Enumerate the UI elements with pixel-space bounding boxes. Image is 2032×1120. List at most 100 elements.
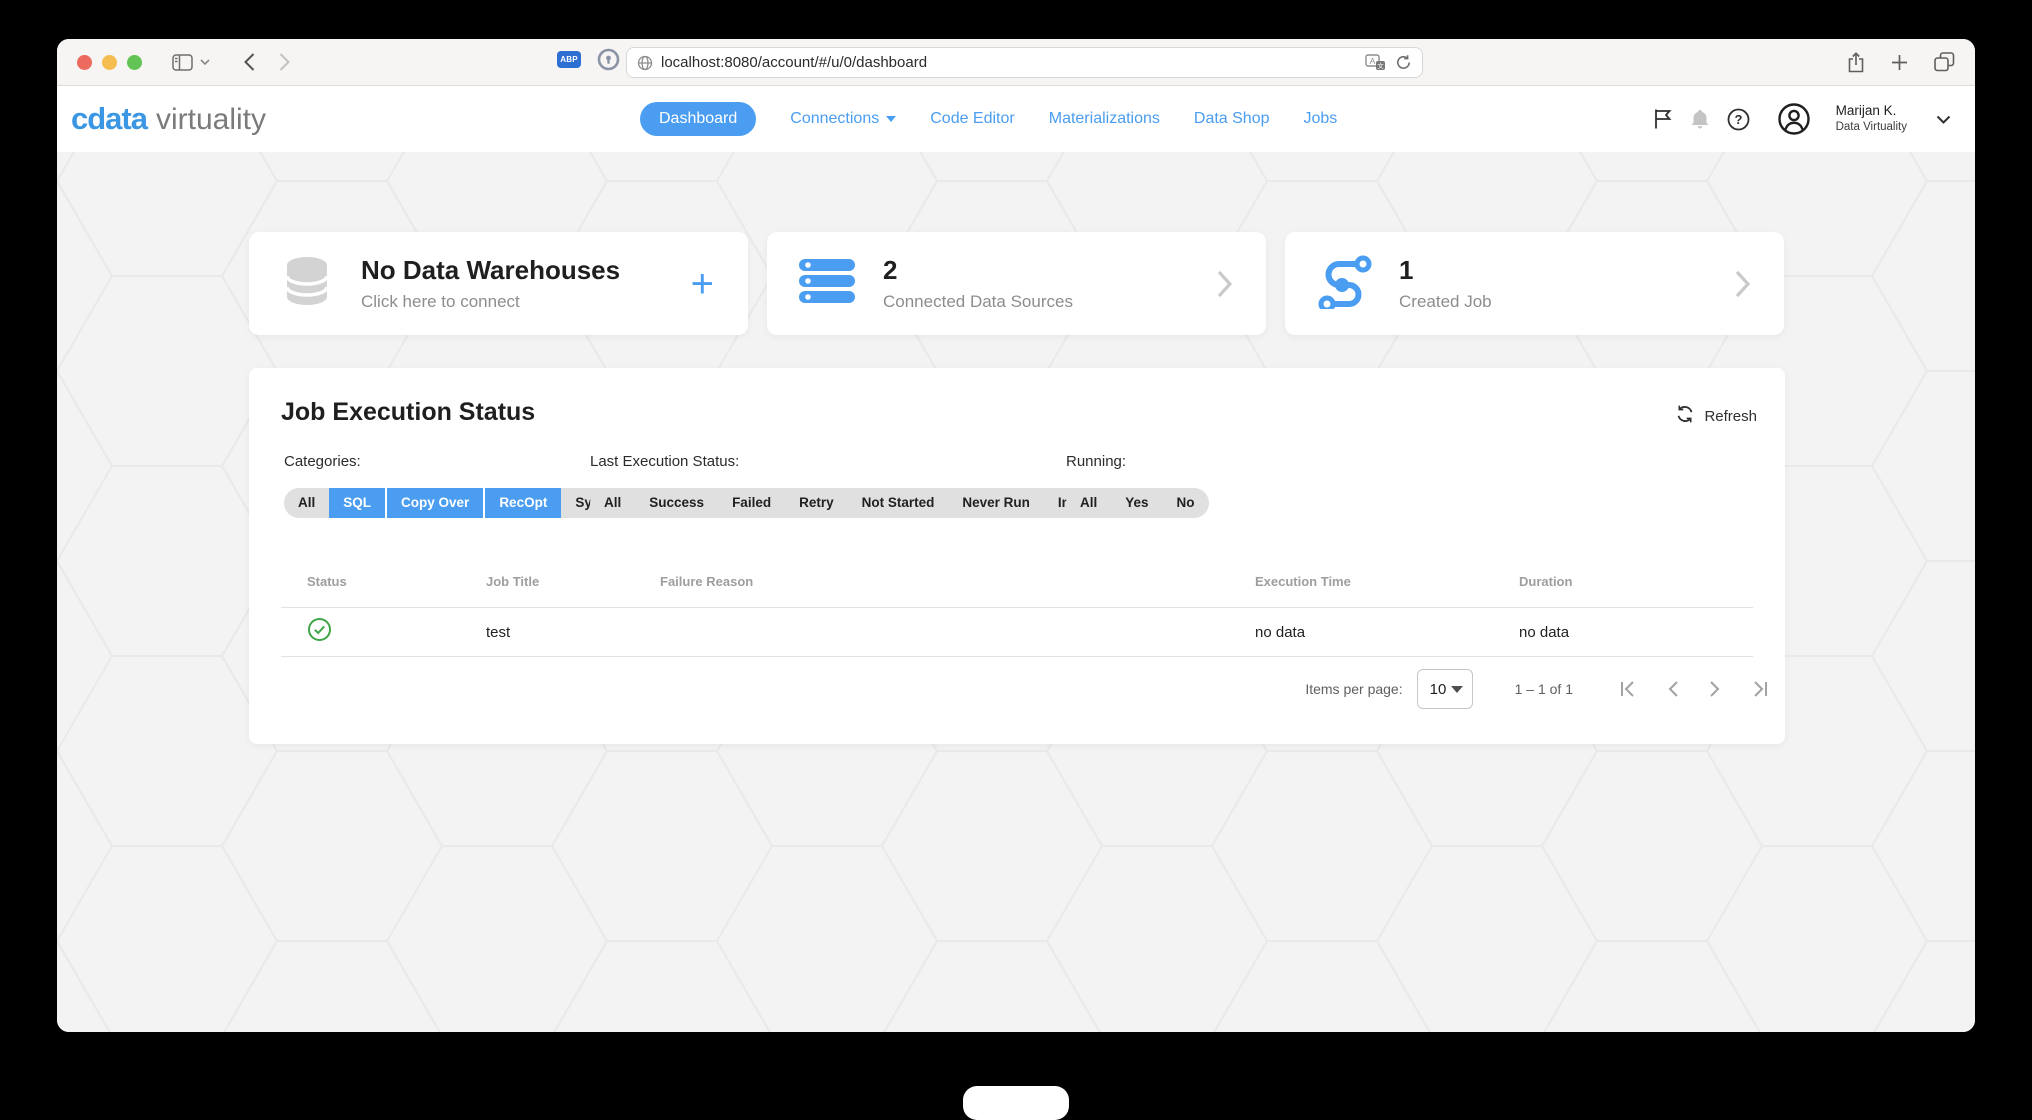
select-caret-icon [1450,685,1463,693]
card-subtitle: Created Job [1399,292,1492,311]
refresh-button[interactable]: Refresh [1675,404,1757,428]
address-bar[interactable]: localhost:8080/account/#/u/0/dashboard A… [626,47,1423,78]
card-count: 1 [1399,255,1414,285]
forward-icon[interactable] [279,53,290,71]
cell-job-title: test [486,623,511,641]
browser-window: ABP localhost:8080/account/#/u/0/dashboa… [57,39,1975,1032]
column-header-failure-reason: Failure Reason [660,574,754,589]
reload-icon[interactable] [1395,54,1412,71]
card-connected-data-sources[interactable]: 2 Connected Data Sources [767,232,1266,335]
url-text[interactable]: localhost:8080/account/#/u/0/dashboard [661,54,1357,71]
adblock-extension-icon[interactable]: ABP [557,51,581,68]
translate-icon[interactable]: A 文 [1365,54,1387,71]
help-icon[interactable]: ? [1727,108,1750,131]
cell-execution-time: no data [1255,623,1306,641]
success-check-icon [307,617,486,647]
chip-status-success[interactable]: Success [635,488,719,518]
data-sources-icon [797,253,857,314]
logo-cdata: cdata [71,101,148,136]
chip-status-all[interactable]: All [590,488,636,518]
logo-virtuality: virtuality [155,103,267,136]
flag-icon[interactable] [1653,108,1673,130]
chip-categories-all[interactable]: All [284,488,330,518]
nav-tab-connections[interactable]: Connections [790,110,897,128]
cdata-virtuality-logo[interactable]: cdata virtuality [71,101,266,137]
chip-categories-copy-over[interactable]: Copy Over [385,488,484,518]
column-header-execution-time: Execution Time [1255,574,1351,589]
filter-label: Last Execution Status: [590,453,740,470]
chip-status-not-started[interactable]: Not Started [847,488,949,518]
first-page-button[interactable] [1619,680,1637,698]
chip-running-yes[interactable]: Yes [1111,488,1163,518]
next-page-button[interactable] [1709,680,1721,698]
user-menu-chevron-icon[interactable] [1936,115,1951,124]
nav-tab-materializations[interactable]: Materializations [1049,110,1160,128]
job-execution-status-panel: Job Execution Status Refresh Categories:… [249,368,1785,744]
chevron-right-icon[interactable] [1217,270,1232,298]
tab-overview-icon[interactable] [1934,52,1955,72]
close-button[interactable] [77,54,92,70]
pagination-range: 1 – 1 of 1 [1514,681,1573,697]
filter-label: Running: [1066,453,1127,470]
chip-status-never-run[interactable]: Never Run [948,488,1044,518]
refresh-icon [1675,404,1695,428]
traffic-lights [77,54,142,70]
svg-text:文: 文 [1377,61,1384,70]
column-header-status: Status [307,574,347,589]
nav-tab-code-editor[interactable]: Code Editor [930,110,1015,128]
dock-item [963,1086,1069,1120]
card-subtitle: Connected Data Sources [883,292,1073,311]
chevron-right-icon[interactable] [1735,270,1750,298]
sidebar-chevron-icon[interactable] [200,59,210,65]
minimize-button[interactable] [102,54,117,70]
column-header-duration: Duration [1519,574,1573,589]
filter-last-execution-status: Last Execution Status: All Success Faile… [590,453,1144,518]
previous-page-button[interactable] [1667,680,1679,698]
notifications-bell-icon[interactable] [1690,108,1710,130]
main-navigation: Dashboard Connections Code Editor Materi… [640,86,1337,152]
chip-running-no[interactable]: No [1162,488,1209,518]
app-content: cdata virtuality Dashboard Connections C… [57,86,1975,1032]
zoom-button[interactable] [127,54,142,70]
chevron-down-icon [886,116,897,122]
chip-categories-recopt[interactable]: RecOpt [483,488,562,518]
job-flow-icon [1315,253,1373,314]
new-tab-icon[interactable] [1891,54,1908,71]
globe-icon [637,55,653,71]
card-title: No Data Warehouses [361,255,621,285]
table-row[interactable]: test no data no data [281,608,1753,657]
user-avatar-icon[interactable] [1777,102,1811,136]
chip-status-failed[interactable]: Failed [718,488,786,518]
user-info[interactable]: Marijan K. Data Virtuality [1836,103,1907,134]
nav-tab-jobs[interactable]: Jobs [1304,110,1338,128]
cell-duration: no data [1519,623,1570,641]
nav-tab-dashboard[interactable]: Dashboard [640,102,757,136]
items-per-page-value: 10 [1429,680,1447,698]
svg-text:?: ? [1734,112,1742,127]
user-org: Data Virtuality [1835,121,1907,134]
chip-status-retry[interactable]: Retry [785,488,848,518]
filter-running: Running: All Yes No [1066,453,1209,518]
back-icon[interactable] [244,53,255,71]
stat-cards-row: No Data Warehouses Click here to connect… [249,232,1784,335]
card-data-warehouses[interactable]: No Data Warehouses Click here to connect… [249,232,748,335]
chip-running-all[interactable]: All [1066,488,1112,518]
app-header: cdata virtuality Dashboard Connections C… [57,86,1975,152]
filter-categories: Categories: All SQL Copy Over RecOpt Sys… [284,453,638,518]
items-per-page-label: Items per page: [1305,681,1403,697]
share-icon[interactable] [1847,51,1865,73]
user-name: Marijan K. [1835,103,1897,119]
job-table: Status Job Title Failure Reason Executio… [281,566,1753,657]
items-per-page-select[interactable]: 10 [1416,669,1473,709]
pagination: Items per page: 10 1 – 1 of 1 [1305,664,1769,714]
last-page-button[interactable] [1751,680,1769,698]
chip-categories-sql[interactable]: SQL [329,488,386,518]
filter-label: Categories: [284,453,361,470]
sidebar-toggle-icon[interactable] [172,53,193,71]
nav-tab-data-shop[interactable]: Data Shop [1194,110,1270,128]
password-extension-icon[interactable] [597,48,620,71]
card-count: 2 [883,255,898,285]
card-subtitle: Click here to connect [361,292,520,311]
card-created-jobs[interactable]: 1 Created Job [1285,232,1784,335]
add-warehouse-plus-icon[interactable]: + [691,264,714,304]
